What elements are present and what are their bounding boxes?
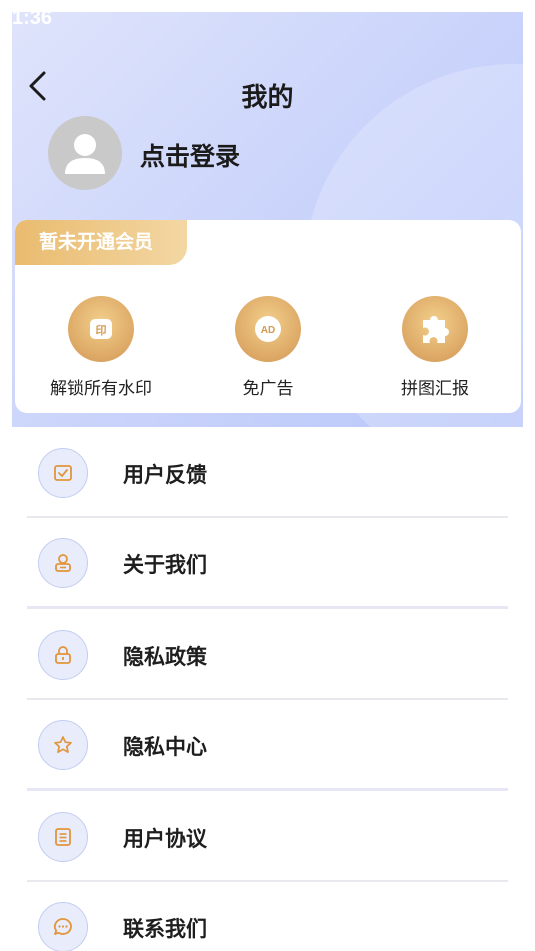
- menu-item-label: 联系我们: [123, 917, 207, 941]
- svg-text:AD: AD: [261, 325, 275, 336]
- benefit-collage-report[interactable]: 拼图汇报: [365, 296, 505, 399]
- document-icon: [38, 812, 88, 862]
- benefit-unlock-watermarks[interactable]: 印 解锁所有水印: [31, 296, 171, 399]
- puzzle-icon: [402, 296, 468, 362]
- benefit-label: 免广告: [242, 379, 294, 399]
- menu-item-label: 用户协议: [123, 827, 207, 851]
- menu-item-about[interactable]: 关于我们: [27, 518, 508, 608]
- chat-icon: [38, 902, 88, 951]
- feedback-icon: [38, 448, 88, 498]
- avatar[interactable]: [48, 116, 122, 190]
- user-placeholder-icon: [65, 134, 105, 174]
- menu-item-label: 隐私中心: [123, 735, 207, 759]
- menu-item-user-agreement[interactable]: 用户协议: [27, 792, 508, 882]
- profile-page: 1:36 我的 点击登录 暂未开通会员 印 解锁所有水印 AD 免广告 拼图汇报…: [0, 0, 535, 951]
- benefit-no-ads[interactable]: AD 免广告: [198, 296, 338, 399]
- menu-item-label: 关于我们: [123, 553, 207, 577]
- menu-item-contact-us[interactable]: 联系我们: [27, 882, 508, 951]
- menu-item-feedback[interactable]: 用户反馈: [27, 428, 508, 518]
- benefit-label: 解锁所有水印: [50, 379, 152, 399]
- login-link[interactable]: 点击登录: [140, 137, 240, 173]
- lock-icon: [38, 630, 88, 680]
- watermark-icon: 印: [68, 296, 134, 362]
- menu-item-privacy-center[interactable]: 隐私中心: [27, 700, 508, 790]
- menu-item-label: 用户反馈: [123, 463, 207, 487]
- divider: [27, 606, 508, 609]
- page-title: 我的: [241, 83, 294, 113]
- ad-icon: AD: [235, 296, 301, 362]
- about-icon: [38, 538, 88, 588]
- divider: [27, 788, 508, 791]
- menu-item-privacy-policy[interactable]: 隐私政策: [27, 610, 508, 700]
- star-icon: [38, 720, 88, 770]
- vip-card: 暂未开通会员 印 解锁所有水印 AD 免广告 拼图汇报: [15, 220, 521, 413]
- vip-status-badge: 暂未开通会员: [15, 220, 187, 265]
- status-bar-time: 1:36: [12, 7, 53, 29]
- benefit-label: 拼图汇报: [401, 379, 469, 399]
- svg-text:印: 印: [96, 324, 107, 337]
- menu-item-label: 隐私政策: [123, 645, 207, 669]
